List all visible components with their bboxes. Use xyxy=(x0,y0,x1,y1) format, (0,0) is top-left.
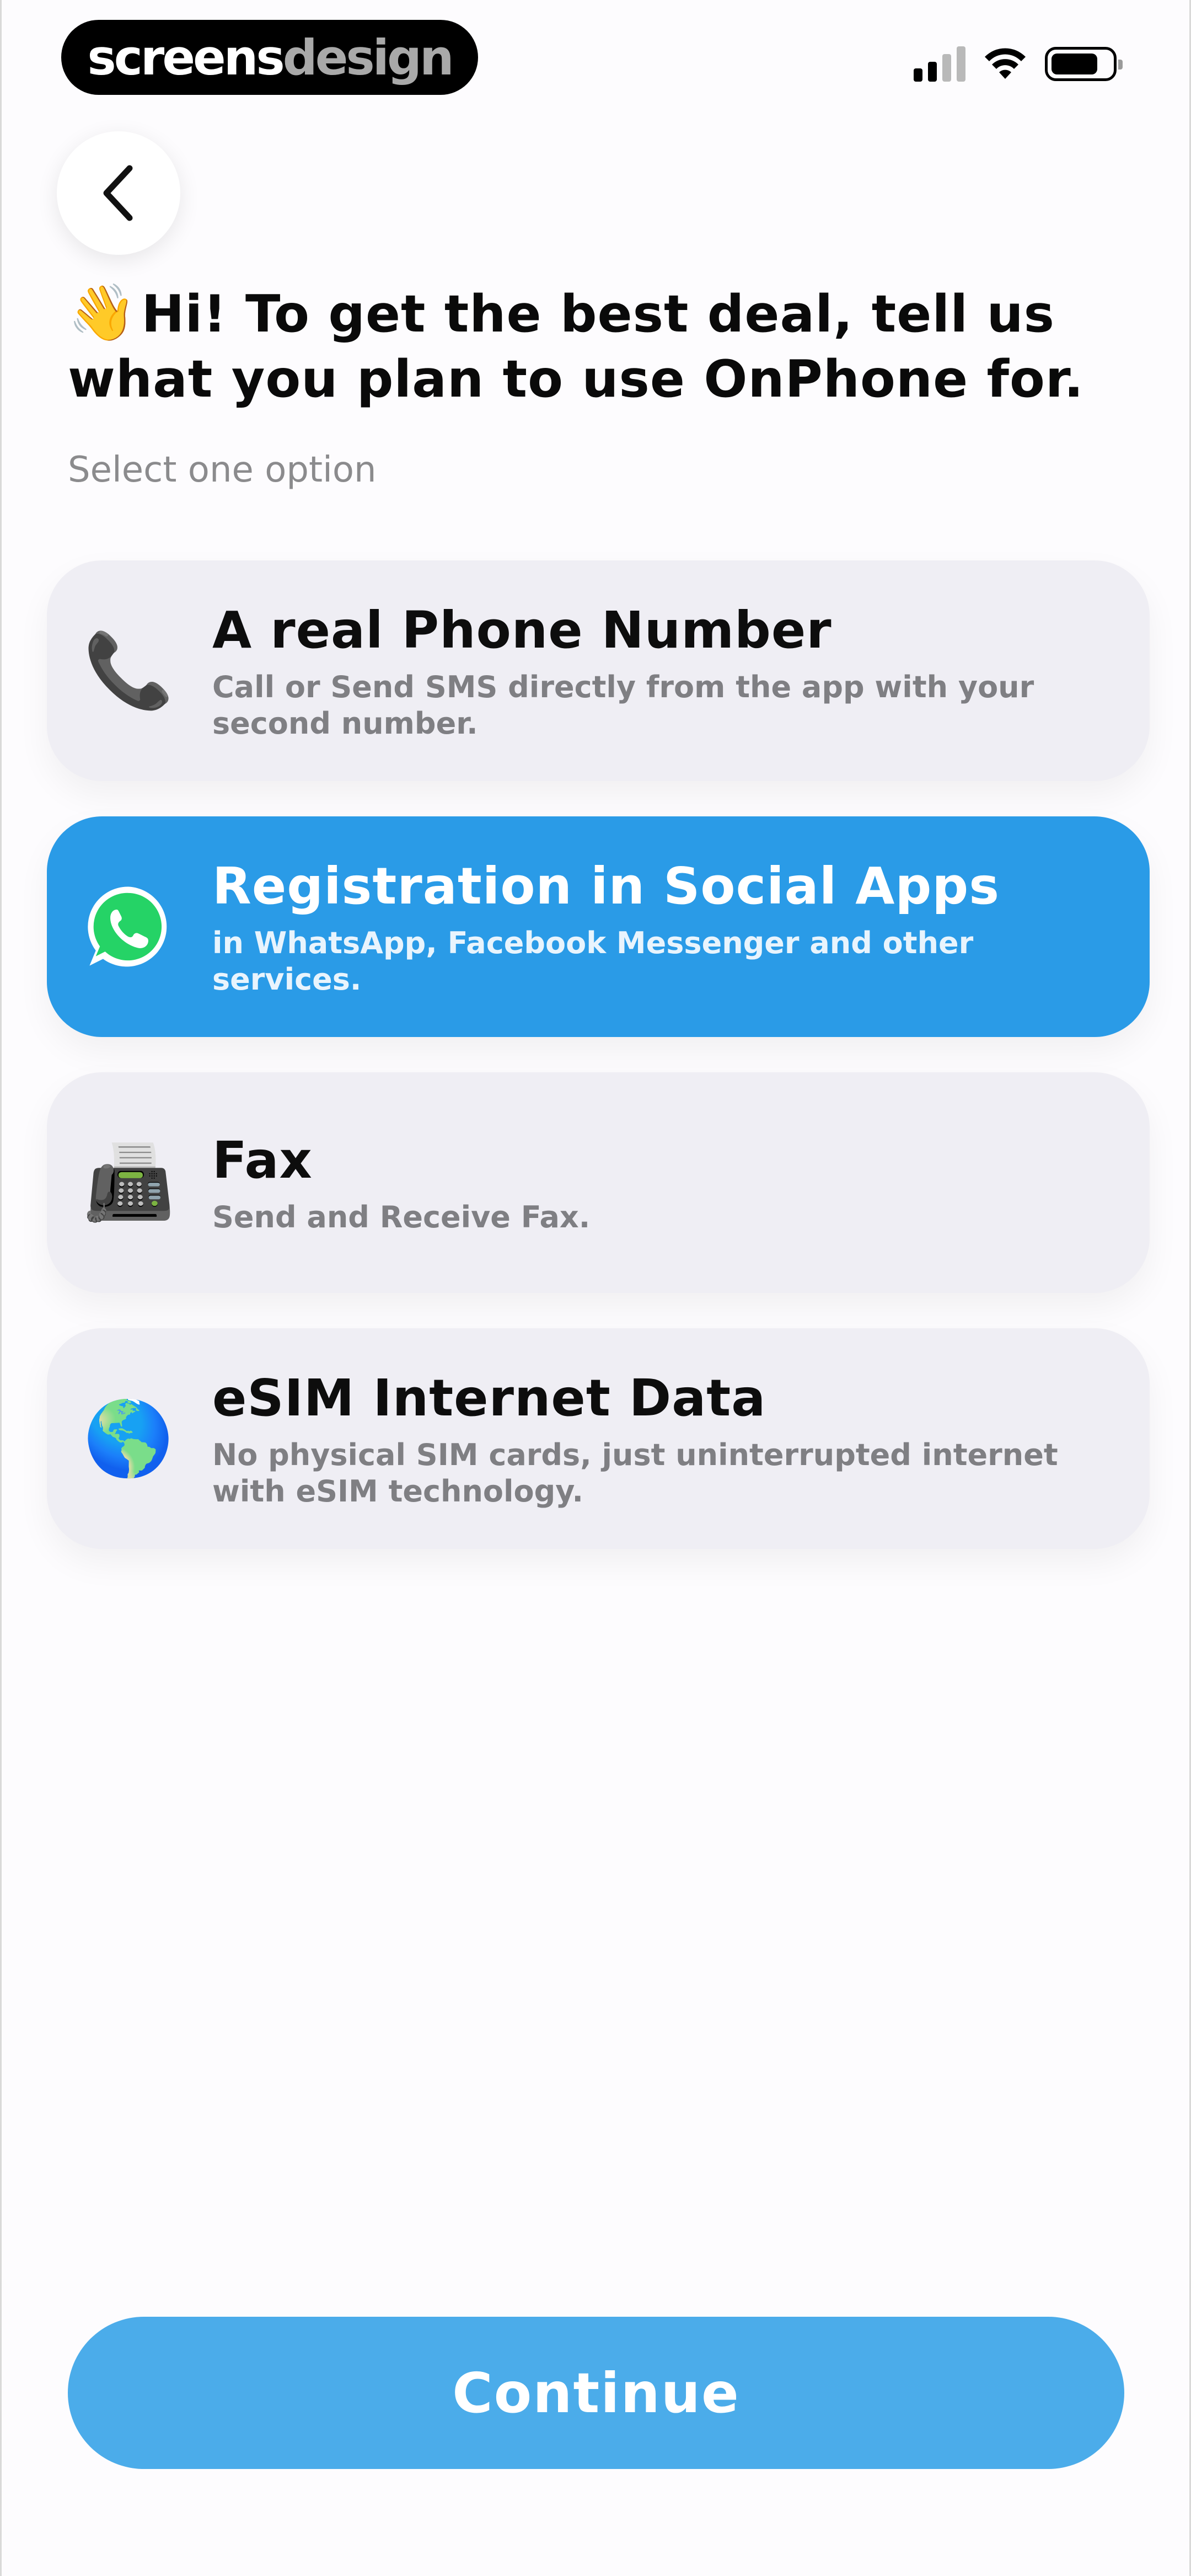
option-title: Fax xyxy=(212,1131,313,1190)
option-description: Send and Receive Fax. xyxy=(212,1200,591,1234)
option-esim[interactable]: 🌎 eSIM Internet Data No physical SIM car… xyxy=(47,1328,1150,1549)
option-text: eSIM Internet Data No physical SIM cards… xyxy=(212,1328,1128,1549)
back-button[interactable] xyxy=(57,131,180,255)
option-text: A real Phone Number Call or Send SMS dir… xyxy=(212,560,1128,781)
wifi-icon xyxy=(985,48,1026,79)
globe-icon: 🌎 xyxy=(83,1396,174,1481)
option-title: A real Phone Number xyxy=(212,601,832,660)
option-social-apps[interactable]: Registration in Social Apps in WhatsApp,… xyxy=(47,816,1150,1037)
option-description: Call or Send SMS directly from the app w… xyxy=(212,670,1034,741)
brand-logo: screens design xyxy=(61,20,478,95)
option-text: Registration in Social Apps in WhatsApp,… xyxy=(212,816,1128,1037)
status-bar-icons xyxy=(914,46,1123,82)
waving-hand-icon: 👋 xyxy=(68,280,137,345)
battery-icon xyxy=(1045,47,1123,81)
option-title: Registration in Social Apps xyxy=(212,857,1000,916)
fax-machine-icon: 📠 xyxy=(83,1140,174,1225)
logo-text-design: design xyxy=(282,29,454,86)
telephone-receiver-icon: 📞 xyxy=(83,628,174,713)
continue-button[interactable]: Continue xyxy=(68,2317,1124,2469)
option-description: in WhatsApp, Facebook Messenger and othe… xyxy=(212,926,974,997)
option-text: Fax Send and Receive Fax. xyxy=(212,1072,1128,1293)
option-phone-number[interactable]: 📞 A real Phone Number Call or Send SMS d… xyxy=(47,560,1150,781)
option-title: eSIM Internet Data xyxy=(212,1369,766,1428)
page-title: 👋Hi! To get the best deal, tell us what … xyxy=(68,280,1115,411)
whatsapp-icon xyxy=(84,883,173,971)
option-description: No physical SIM cards, just uninterrupte… xyxy=(212,1437,1058,1509)
page-title-text: Hi! To get the best deal, tell us what y… xyxy=(68,284,1084,409)
cellular-signal-icon xyxy=(914,46,965,82)
onboarding-screen: screens design 👋Hi! To get the best deal,… xyxy=(0,0,1191,2576)
logo-text-screens: screens xyxy=(87,29,285,86)
page-subtitle: Select one option xyxy=(68,450,377,490)
option-list: 📞 A real Phone Number Call or Send SMS d… xyxy=(47,560,1150,1584)
option-fax[interactable]: 📠 Fax Send and Receive Fax. xyxy=(47,1072,1150,1293)
chevron-left-icon xyxy=(103,165,133,221)
